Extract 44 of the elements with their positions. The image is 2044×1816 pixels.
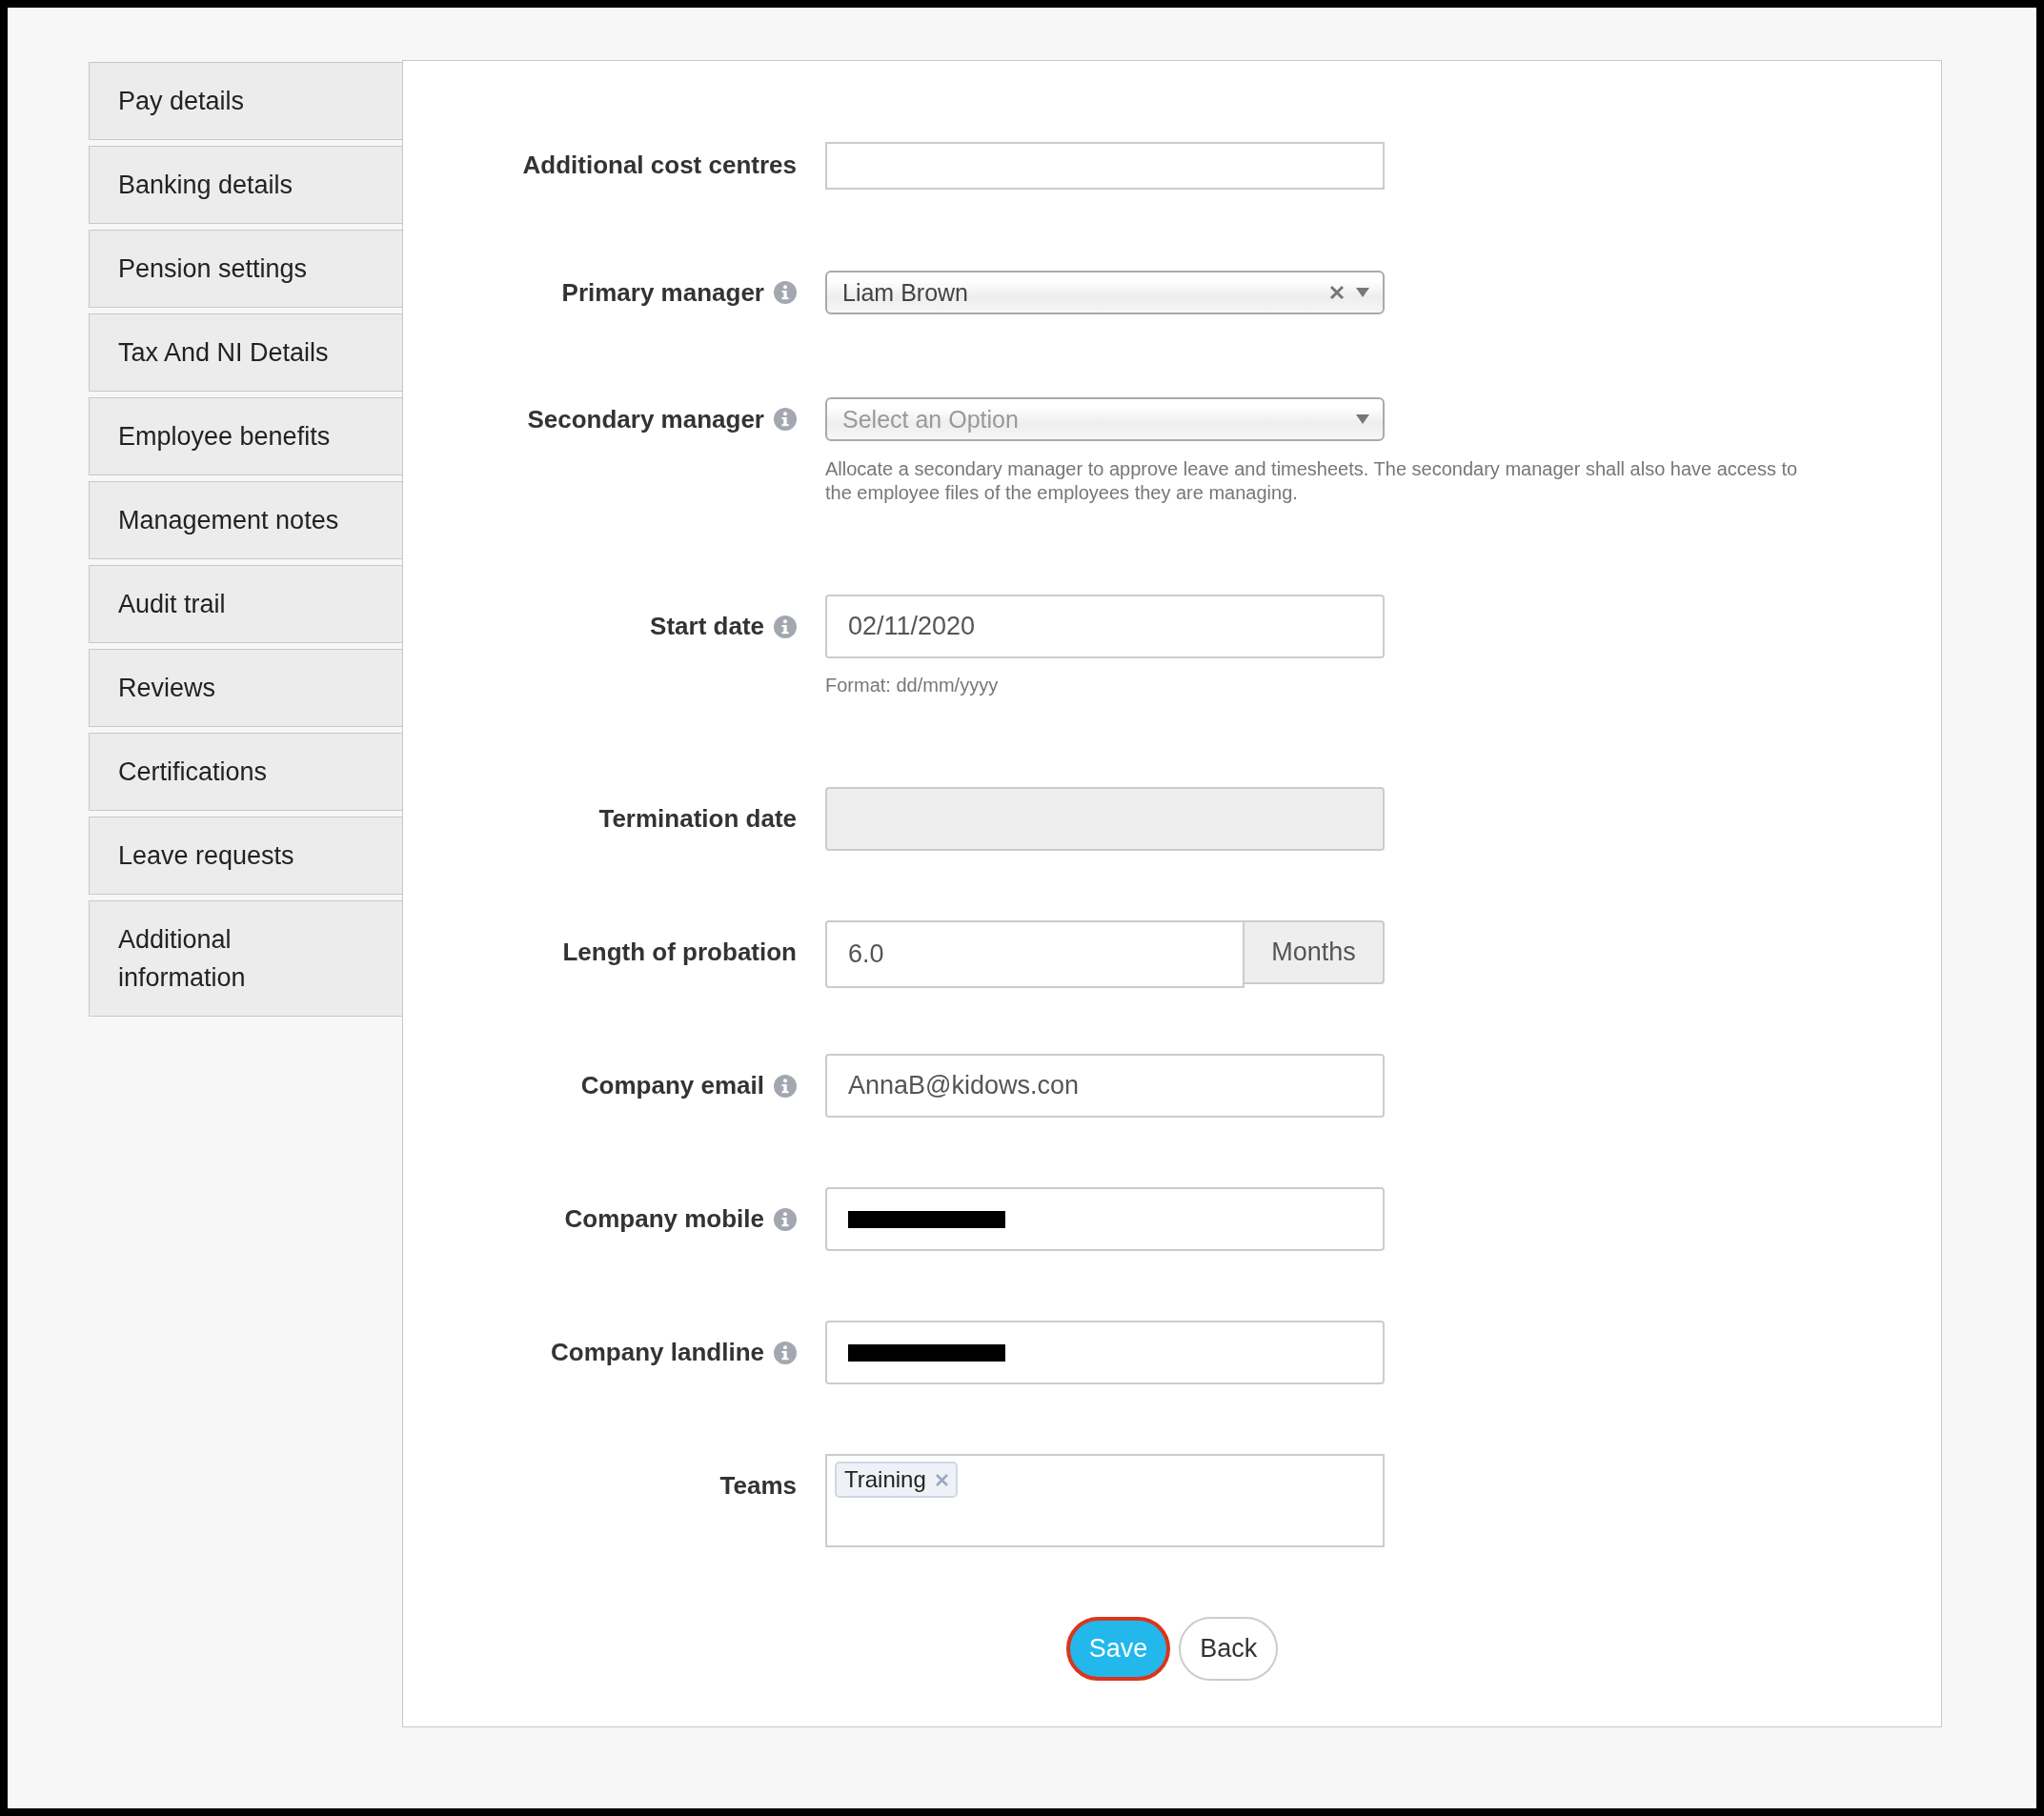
dropdown-field[interactable]: Liam Brown: [825, 271, 1385, 314]
input-field[interactable]: 02/11/2020: [825, 595, 1385, 658]
sidebar-item[interactable]: Reviews: [89, 649, 402, 727]
info-icon[interactable]: [774, 408, 797, 431]
remove-icon[interactable]: [935, 1473, 948, 1486]
caret-icon: [1356, 414, 1369, 424]
multi-select-field[interactable]: [825, 142, 1385, 190]
input-field[interactable]: AnnaB@kidows.con: [825, 1054, 1385, 1118]
clear-icon[interactable]: [1329, 285, 1345, 300]
field-label: Additional cost centres: [522, 150, 797, 180]
tag-chip[interactable]: Training: [835, 1462, 958, 1498]
info-icon[interactable]: [774, 1341, 797, 1364]
input-field[interactable]: 6.0: [825, 920, 1245, 988]
sidebar-item[interactable]: Additional information: [89, 900, 402, 1017]
field-label: Company email: [580, 1071, 764, 1100]
help-text: Format: dd/mm/yyyy: [825, 674, 1000, 697]
caret-icon: [1356, 288, 1369, 297]
sidebar-item[interactable]: Banking details: [89, 146, 402, 224]
sidebar-item[interactable]: Tax And NI Details: [89, 313, 402, 392]
sidebar-item[interactable]: Employee benefits: [89, 397, 402, 475]
sidebar-item[interactable]: Pay details: [89, 62, 402, 140]
help-text: Allocate a secondary manager to approve leave and timesheets. The secondary manager shall also have access to the employee files of the employees they are managing.: [825, 457, 1799, 505]
field-label: Primary manager: [561, 277, 764, 308]
info-icon[interactable]: [774, 1207, 797, 1231]
field-label: Start date: [650, 612, 764, 641]
sidebar-item[interactable]: Pension settings: [89, 230, 402, 308]
sidebar-item[interactable]: Leave requests: [89, 817, 402, 895]
sidebar-item[interactable]: Audit trail: [89, 565, 402, 643]
info-icon[interactable]: [774, 615, 797, 638]
unit-addon: Months: [1245, 920, 1385, 984]
field-label: Length of probation: [562, 938, 797, 967]
field-label: Secondary manager: [527, 404, 764, 434]
info-icon[interactable]: [774, 1074, 797, 1098]
sidebar-item[interactable]: Certifications: [89, 733, 402, 811]
info-icon[interactable]: [774, 281, 797, 304]
input-field[interactable]: [825, 1187, 1385, 1251]
sidebar-item[interactable]: Management notes: [89, 481, 402, 559]
field-label: Company mobile: [564, 1204, 764, 1234]
tags-field[interactable]: Training: [825, 1454, 1385, 1547]
field-label: Termination date: [598, 804, 797, 834]
field-label: Teams: [719, 1471, 797, 1501]
field-label: Company landline: [551, 1338, 764, 1367]
back-button[interactable]: Back: [1179, 1617, 1279, 1681]
input-field[interactable]: [825, 1321, 1385, 1384]
